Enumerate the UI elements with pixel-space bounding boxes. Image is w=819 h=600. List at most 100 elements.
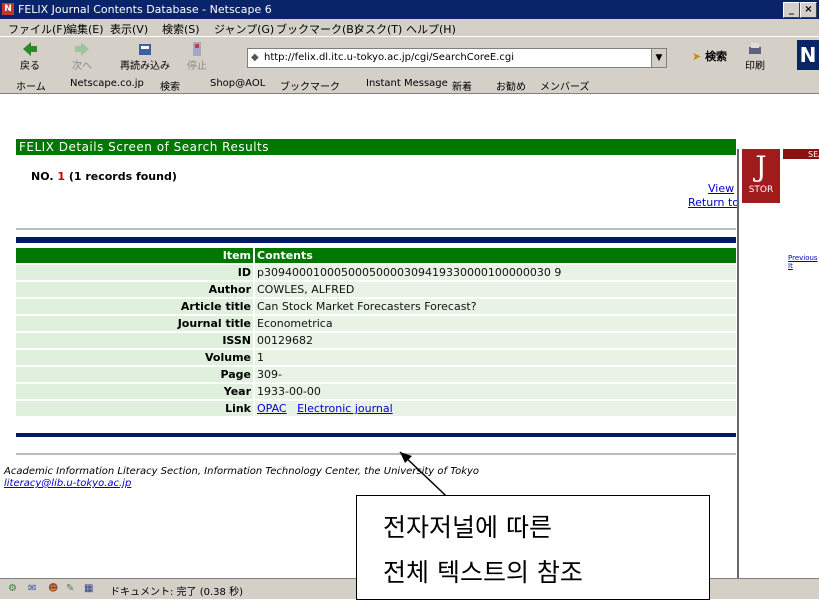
jstor-search-label: SEA [808,150,819,159]
search-label: 検索 [705,50,728,63]
page-header-bar: FELIX Details Screen of Search Results [16,139,736,155]
footer-email-link[interactable]: literacy@lib.u-tokyo.ac.jp [4,478,131,489]
menu-tasks[interactable]: タスク(T) [354,21,402,37]
address-book-icon[interactable]: ▦ [84,583,93,594]
search-icon: ➤ [692,50,702,63]
table-top-bar [16,237,736,243]
jstor-side-frame: SEA J STOR Previous It [737,149,819,578]
window-title: FELIX Journal Contents Database - Netsca… [18,3,272,16]
jstor-logo-letter: J [755,150,767,183]
forward-label: 次へ [72,61,92,72]
stop-button[interactable]: 停止 [187,41,207,72]
jstor-logo-text: STOR [748,185,774,195]
records-prefix: NO. [31,170,58,183]
header-item: Item [16,248,255,263]
netscape-brand-icon[interactable]: N [797,40,819,70]
row-key: Author [16,282,255,297]
stop-label: 停止 [187,61,207,72]
print-button[interactable]: 印刷 [745,41,765,72]
row-value: Can Stock Market Forecasters Forecast? [255,299,736,314]
table-row: Year 1933-00-00 [16,384,736,399]
personal-netscape[interactable]: Netscape.co.jp [70,78,144,89]
menu-bookmarks[interactable]: ブックマーク(B) [276,21,358,37]
netscape-logo-icon: N [2,3,14,15]
mail-icon[interactable]: ✉ [28,583,36,594]
table-row: ID p3094000100050005000030941933000010000… [16,265,736,280]
user-icon[interactable]: ☻ [48,583,58,594]
row-key: Journal title [16,316,255,331]
row-key: ISSN [16,333,255,348]
row-value: 00129682 [255,333,736,348]
electronic-journal-link[interactable]: Electronic journal [297,402,393,415]
forward-button[interactable]: 次へ [72,41,92,72]
personal-recommend[interactable]: お勧め [496,78,526,93]
menu-edit[interactable]: 編集(E) [66,21,104,37]
close-button[interactable]: × [800,2,817,18]
table-row: Page 309- [16,367,736,382]
row-key: ID [16,265,255,280]
url-dropdown-button[interactable]: ▼ [651,49,666,67]
row-value: Econometrica [255,316,736,331]
compose-icon[interactable]: ✎ [66,583,74,594]
status-text: ドキュメント: 完了 (0.38 秒) [110,587,243,598]
row-value: 1 [255,350,736,365]
url-bar[interactable]: ◆ http://felix.dl.itc.u-tokyo.ac.jp/cgi/… [247,48,667,68]
menu-search[interactable]: 検索(S) [162,21,200,37]
row-value: COWLES, ALFRED [255,282,736,297]
divider [16,453,736,455]
row-key: Page [16,367,255,382]
row-key: Year [16,384,255,399]
menu-file[interactable]: ファイル(F) [8,21,67,37]
page-title: FELIX Details Screen of Search Results [19,140,269,154]
menu-bar: ファイル(F) 編集(E) 表示(V) 検索(S) ジャンプ(G) ブックマーク… [0,19,819,36]
row-key: Volume [16,350,255,365]
divider [16,228,736,230]
table-row: Article title Can Stock Market Forecaster… [16,299,736,314]
return-link[interactable]: Return to [688,196,739,209]
reload-button[interactable]: 再読み込み [120,41,170,72]
menu-go[interactable]: ジャンプ(G) [214,21,274,37]
previous-item-link[interactable]: Previous It [788,254,819,270]
print-label: 印刷 [745,61,765,72]
row-value: p309400010005000500003094193300001000000… [255,265,736,280]
personal-members[interactable]: メンバーズ [540,78,590,93]
menu-help[interactable]: ヘルプ(H) [406,21,456,37]
printer-icon [749,43,761,54]
url-text: http://felix.dl.itc.u-tokyo.ac.jp/cgi/Se… [264,52,515,63]
minimize-button[interactable]: _ [783,2,800,18]
view-link[interactable]: View [708,182,734,195]
table-row: Journal title Econometrica [16,316,736,331]
table-bottom-bar [16,433,736,437]
header-contents: Contents [255,248,736,263]
jstor-logo[interactable]: J STOR [742,149,780,203]
personal-shop[interactable]: Shop@AOL [210,78,265,89]
back-button[interactable]: 戻る [20,41,40,72]
forward-arrow-icon [75,42,89,56]
annotation-callout: 전자저널에 따른 전체 텍스트의 참조 [356,495,710,600]
personal-home[interactable]: ホーム [16,78,46,93]
records-number: 1 [57,170,65,183]
status-icon: ⚙ [8,583,17,594]
personal-toolbar: ホーム Netscape.co.jp 検索 Shop@AOL ブックマーク In… [0,75,819,94]
annotation-line-2: 전체 텍스트의 참조 [383,558,583,587]
menu-view[interactable]: 表示(V) [110,21,148,37]
table-row: ISSN 00129682 [16,333,736,348]
table-row: Volume 1 [16,350,736,365]
personal-new[interactable]: 新着 [452,78,472,93]
personal-search[interactable]: 検索 [160,78,180,93]
row-key: Article title [16,299,255,314]
personal-instant-message[interactable]: Instant Message [366,78,448,89]
opac-link[interactable]: OPAC [257,402,287,415]
table-row: Author COWLES, ALFRED [16,282,736,297]
reload-label: 再読み込み [120,61,170,72]
table-row-link: Link OPAC Electronic journal [16,401,736,416]
footer-text: Academic Information Literacy Section, I… [4,466,480,477]
back-arrow-icon [23,42,37,56]
details-table: Item Contents ID p30940001000500050000309… [16,246,736,418]
page-proxy-icon: ◆ [251,52,259,63]
personal-bookmarks[interactable]: ブックマーク [280,78,340,93]
records-suffix: (1 records found) [64,170,177,183]
search-button[interactable]: ➤ 検索 [692,48,727,64]
row-value: OPAC Electronic journal [255,401,736,416]
navigation-toolbar: 戻る 次へ 再読み込み 停止 ◆ http://felix.dl.itc.u-t… [0,36,819,76]
